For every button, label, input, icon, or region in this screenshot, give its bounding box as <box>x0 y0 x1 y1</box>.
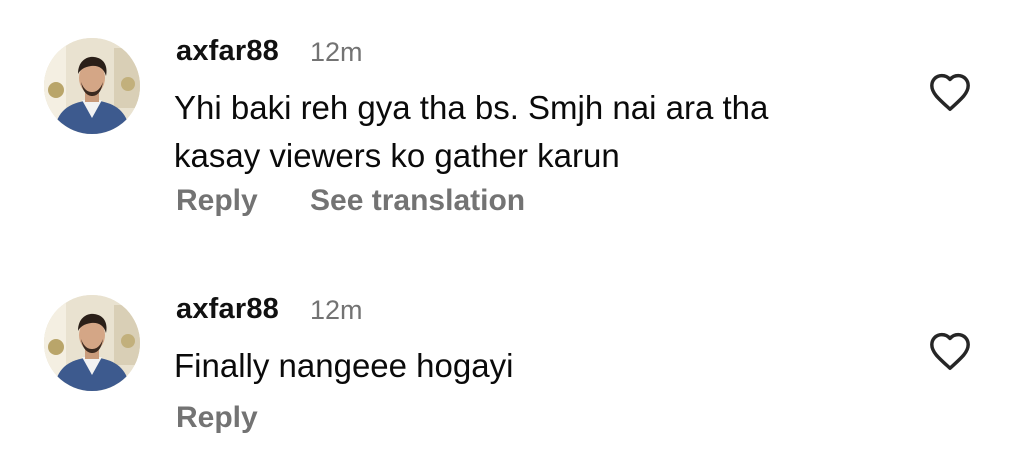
comment-text: Finally nangeee hogayi <box>174 342 894 390</box>
comment-username[interactable]: axfar88 <box>176 292 279 326</box>
comment-text-line: Finally nangeee hogayi <box>174 347 514 384</box>
comment-item: axfar88 12m Finally nangeee hogayi Reply <box>0 0 1024 466</box>
comment-actions: Reply <box>176 400 302 436</box>
avatar-image <box>44 295 140 391</box>
comment-timestamp: 12m <box>310 295 363 325</box>
heart-outline-icon[interactable] <box>928 331 972 371</box>
avatar[interactable] <box>44 295 140 391</box>
reply-button[interactable]: Reply <box>176 400 258 436</box>
